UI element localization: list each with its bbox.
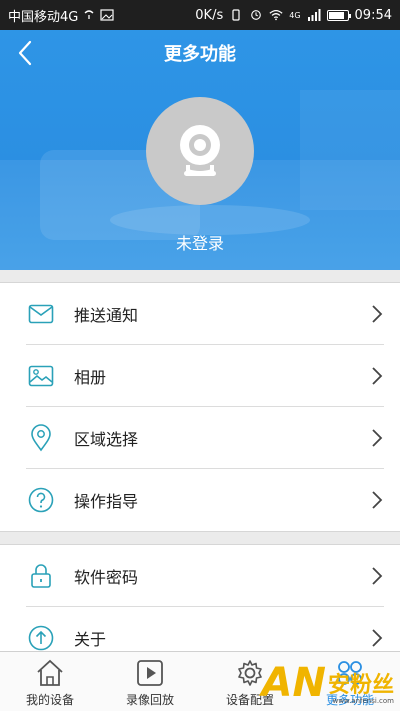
wifi-icon [269, 10, 283, 21]
tab-my-devices[interactable]: 我的设备 [0, 652, 100, 711]
chevron-right-icon [372, 567, 383, 585]
nav-bar: 更多功能 [0, 30, 400, 76]
menu-group-primary: 推送通知 相册 区域选择 操作指导 [0, 282, 400, 532]
wifi-hotspot-icon [84, 10, 94, 19]
profile-header: 更多功能 未登录 [0, 30, 400, 270]
menu-item-label: 推送通知 [74, 306, 139, 325]
location-pin-icon [31, 424, 51, 452]
tab-playback[interactable]: 录像回放 [100, 652, 200, 711]
image-notify-icon [100, 9, 114, 21]
chevron-left-icon [18, 40, 32, 66]
menu-item-label: 软件密码 [74, 568, 139, 587]
menu-item-label: 区域选择 [74, 430, 139, 449]
gear-icon [238, 660, 262, 686]
chevron-right-icon [372, 429, 383, 447]
house-icon [37, 659, 63, 686]
image-icon [28, 365, 54, 387]
menu-item-region-select[interactable]: 区域选择 [0, 407, 400, 469]
menu-item-software-password[interactable]: 软件密码 [0, 545, 400, 607]
help-circle-icon [28, 487, 54, 513]
chevron-right-icon [372, 367, 383, 385]
menu-group-secondary: 软件密码 关于 [0, 544, 400, 654]
menu-item-label: 关于 [74, 630, 107, 649]
status-bar: 中国移动4G 0K/s 4G 09:54 [0, 0, 400, 30]
login-status[interactable]: 未登录 [0, 230, 400, 254]
menu-item-label: 操作指导 [74, 492, 139, 511]
network-type: 4G [289, 10, 301, 20]
bottom-tab-bar: 我的设备 录像回放 设备配置 更多功能 AN 安粉丝 www.anfensi.c… [0, 651, 400, 711]
lock-icon [31, 564, 51, 588]
chevron-right-icon [372, 491, 383, 509]
arrow-up-circle-icon [28, 625, 54, 651]
watermark-logo: AN [261, 660, 326, 706]
menu-item-guide[interactable]: 操作指导 [0, 469, 400, 531]
menu-item-album[interactable]: 相册 [0, 345, 400, 407]
watermark: AN 安粉丝 www.anfensi.com [261, 660, 394, 706]
watermark-text: 安粉丝 [327, 673, 394, 698]
play-icon [137, 660, 163, 686]
clock-text: 09:54 [354, 7, 392, 23]
page-title: 更多功能 [164, 44, 236, 65]
alarm-icon [251, 10, 262, 20]
chevron-right-icon [372, 305, 383, 323]
signal-icon [307, 9, 321, 21]
hero-background-window [300, 90, 400, 210]
back-button[interactable] [8, 36, 42, 70]
battery-icon [326, 9, 351, 21]
watermark-url: www.anfensi.com [332, 697, 394, 705]
carrier-text: 中国移动4G [8, 9, 79, 25]
mail-icon [28, 304, 54, 324]
menu-item-label: 相册 [74, 368, 107, 387]
vibrate-icon [232, 9, 240, 21]
menu-item-push-notification[interactable]: 推送通知 [0, 283, 400, 345]
chevron-right-icon [372, 629, 383, 647]
net-speed: 0K/s [195, 7, 224, 23]
webcam-icon [180, 125, 220, 176]
tab-label: 我的设备 [25, 693, 74, 707]
avatar[interactable] [146, 97, 254, 205]
tab-label: 录像回放 [125, 693, 174, 707]
